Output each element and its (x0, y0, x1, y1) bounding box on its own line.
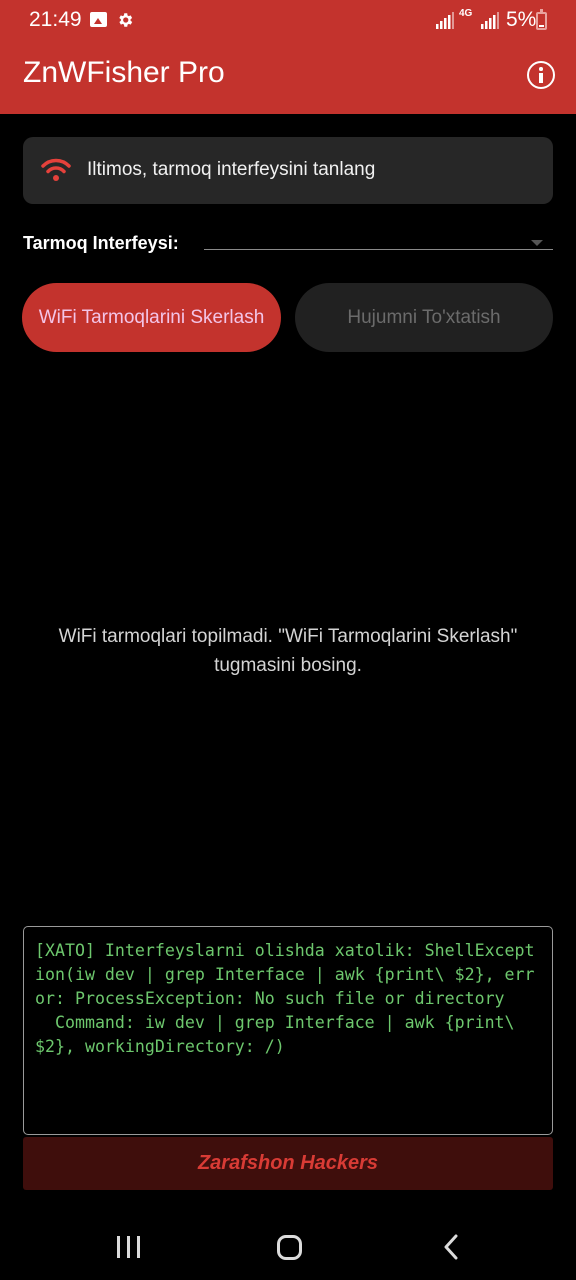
stop-attack-button[interactable]: Hujumni To'xtatish (295, 283, 553, 352)
status-time: 21:49 (29, 8, 82, 31)
signal-strength-2-icon (481, 12, 499, 29)
dropdown-arrow-icon (531, 240, 543, 246)
notice-message: Iltimos, tarmoq interfeysini tanlang (87, 159, 376, 180)
interface-dropdown[interactable] (204, 232, 553, 250)
settings-notification-icon (119, 13, 133, 27)
battery-percent: 5% (506, 8, 537, 31)
status-bar: 21:49 4G 5% (0, 0, 576, 42)
app-title: ZnWFisher Pro (23, 56, 225, 89)
home-button[interactable] (277, 1235, 302, 1260)
wifi-icon (41, 158, 71, 181)
image-notification-icon (90, 12, 107, 27)
notice-card: Iltimos, tarmoq interfeysini tanlang (23, 137, 553, 204)
scan-wifi-button[interactable]: WiFi Tarmoqlarini Skerlash (22, 283, 281, 352)
back-button[interactable] (441, 1234, 461, 1260)
log-output[interactable]: [XATO] Interfeyslarni olishda xatolik: S… (23, 926, 553, 1135)
recent-apps-button[interactable] (117, 1236, 141, 1258)
footer-banner: Zarafshon Hackers (23, 1137, 553, 1190)
info-icon[interactable] (527, 61, 555, 89)
network-type-label: 4G (459, 8, 473, 19)
top-bar: 21:49 4G 5% ZnWFisher Pro (0, 0, 576, 114)
signal-strength-icon (436, 12, 454, 29)
battery-icon (536, 9, 547, 30)
interface-label: Tarmoq Interfeysi: (23, 233, 179, 253)
empty-state-message: WiFi tarmoqlari topilmadi. "WiFi Tarmoql… (58, 626, 518, 676)
